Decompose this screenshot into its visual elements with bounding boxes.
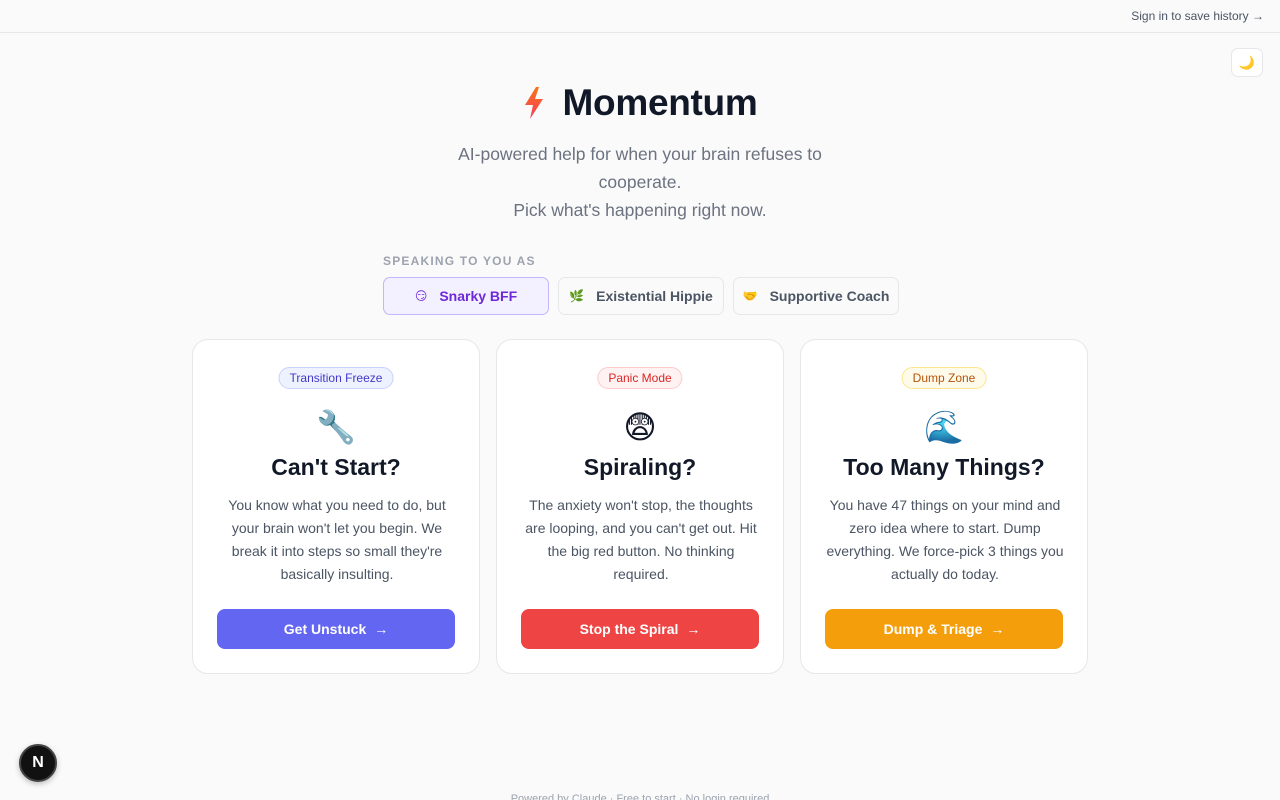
- smirk-face-icon: 😏: [414, 289, 428, 303]
- card-badge: Transition Freeze: [278, 367, 394, 389]
- card-too-many-things: Dump Zone 🌊 Too Many Things? You have 47…: [800, 339, 1088, 674]
- page-title: Momentum: [562, 82, 758, 123]
- lightning-bolt-icon: [524, 87, 543, 119]
- sign-in-link[interactable]: Sign in to save history →: [1131, 9, 1264, 23]
- button-label: Get Unstuck: [283, 621, 367, 637]
- get-unstuck-button[interactable]: Get Unstuck →: [217, 609, 455, 649]
- card-title: Spiraling?: [583, 454, 697, 480]
- persona-section-label: SPEAKING TO YOU AS: [383, 254, 536, 268]
- page-subtitle: AI-powered help for when your brain refu…: [440, 140, 840, 224]
- herb-icon: 🌿: [569, 289, 585, 303]
- handshake-icon: 🤝: [742, 289, 758, 303]
- card-description: The anxiety won't stop, the thoughts are…: [525, 497, 757, 582]
- persona-label: Existential Hippie: [596, 288, 713, 304]
- persona-existential-hippie-button[interactable]: 🌿 Existential Hippie: [558, 277, 724, 315]
- persona-label: Snarky BFF: [439, 288, 518, 304]
- subtitle-line-1: AI-powered help for when your brain refu…: [458, 144, 822, 192]
- card-cant-start: Transition Freeze 🔧 Can't Start? You kno…: [192, 339, 480, 674]
- button-label: Dump & Triage: [883, 621, 983, 637]
- card-badge: Panic Mode: [597, 367, 683, 389]
- card-description: You know what you need to do, but your b…: [228, 497, 446, 582]
- title-row: Momentum: [0, 78, 1280, 128]
- footer-text: Powered by Claude · Free to start · No l…: [510, 793, 770, 800]
- arrow-right-icon: →: [374, 621, 389, 637]
- card-spiraling: Panic Mode 😨 Spiraling? The anxiety won'…: [496, 339, 784, 674]
- next-dev-indicator-button[interactable]: N: [19, 744, 57, 782]
- theme-toggle-button[interactable]: 🌙: [1231, 48, 1263, 77]
- persona-supportive-coach-button[interactable]: 🤝 Supportive Coach: [733, 277, 899, 315]
- wave-icon: 🌊: [924, 409, 964, 445]
- card-badge: Dump Zone: [901, 367, 987, 389]
- stop-the-spiral-button[interactable]: Stop the Spiral →: [521, 609, 759, 649]
- persona-label: Supportive Coach: [769, 288, 890, 304]
- persona-selector: 😏 Snarky BFF 🌿 Existential Hippie 🤝 Supp…: [383, 277, 899, 315]
- mode-cards: Transition Freeze 🔧 Can't Start? You kno…: [192, 339, 1088, 674]
- moon-icon: 🌙: [1238, 54, 1256, 70]
- card-title: Can't Start?: [271, 454, 401, 480]
- subtitle-line-2: Pick what's happening right now.: [513, 200, 767, 220]
- wrench-icon: 🔧: [316, 409, 356, 445]
- fearful-face-icon: 😨: [623, 409, 657, 445]
- top-bar: Sign in to save history →: [0, 0, 1280, 33]
- arrow-right-icon: →: [686, 621, 701, 637]
- hero: Momentum AI-powered help for when your b…: [0, 78, 1280, 224]
- card-title: Too Many Things?: [843, 454, 1045, 480]
- button-label: Stop the Spiral: [579, 621, 679, 637]
- card-description: You have 47 things on your mind and zero…: [826, 497, 1064, 582]
- dump-and-triage-button[interactable]: Dump & Triage →: [825, 609, 1063, 649]
- arrow-right-icon: →: [990, 621, 1005, 637]
- persona-snarky-bff-button[interactable]: 😏 Snarky BFF: [383, 277, 549, 315]
